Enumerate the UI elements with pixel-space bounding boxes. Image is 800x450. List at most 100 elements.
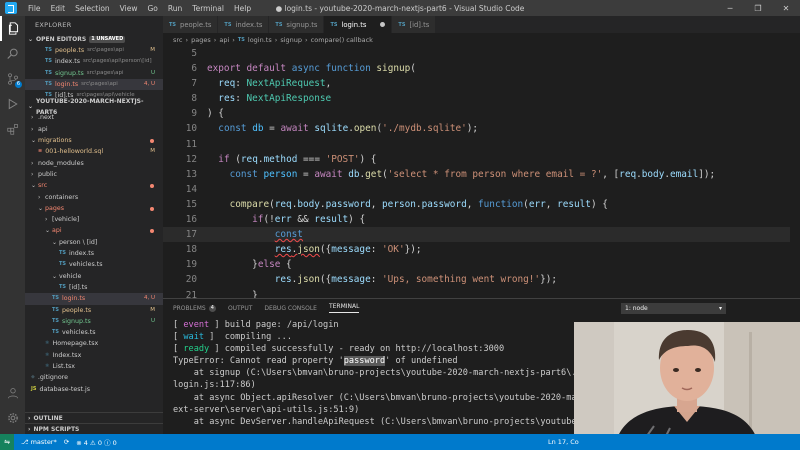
tree-item[interactable]: ⌄ pages [25,203,163,214]
tree-item[interactable]: TS vehicles.ts [25,259,163,270]
outline-header[interactable]: › OUTLINE [25,412,163,423]
presenter-image [574,322,800,450]
branch-indicator[interactable]: ⎇ master* [21,438,57,446]
tree-item[interactable]: TS index.ts [25,248,163,259]
sync-icon[interactable]: ⟳ [64,438,69,446]
tab--id--ts[interactable]: TS [id].ts [392,16,437,33]
webcam-overlay [574,322,800,450]
tab-people-ts[interactable]: TS people.ts [163,16,219,33]
tree-item[interactable]: › public [25,169,163,180]
tab-signup-ts[interactable]: TS signup.ts [269,16,325,33]
menu-edit[interactable]: Edit [46,4,71,13]
menu-selection[interactable]: Selection [70,4,115,13]
open-editor-item[interactable]: TS index.ts src\pages\api\person\[id] [25,56,163,67]
sql-file-icon: ≡ [38,148,43,155]
tree-item[interactable]: ⌄ api [25,225,163,236]
tree-item[interactable]: TS login.ts 4, U [25,293,163,305]
tree-item[interactable]: › .next [25,112,163,123]
account-icon[interactable] [0,380,25,405]
breadcrumb-item[interactable]: src [173,36,183,44]
tree-item-label: .next [38,114,54,122]
tab-index-ts[interactable]: TS index.ts [218,16,270,33]
npm-scripts-label: NPM SCRIPTS [33,425,80,433]
scm-count-badge: 6 [14,81,22,88]
open-editor-item[interactable]: TS people.ts src\pages\api M [25,45,163,56]
tree-item[interactable]: ≡ 001-helloworld.sql M [25,146,163,157]
maximize-icon[interactable]: ❐ [744,0,772,16]
tree-item[interactable]: ⌄ src [25,180,163,191]
tab-login-ts[interactable]: TS login.ts [324,16,393,33]
panel-tab-terminal[interactable]: TERMINAL [328,303,360,313]
minimize-icon[interactable]: ─ [716,0,744,16]
open-editor-name: login.ts [55,80,79,88]
unsaved-dot-icon[interactable] [380,22,386,27]
file-tree: › .next › api ⌄ migrations ≡ 001-helloworld.sql… [25,112,163,394]
chevron-right-icon: › [213,35,217,44]
menu-go[interactable]: Go [142,4,162,13]
menu-file[interactable]: File [23,4,46,13]
open-editor-item[interactable]: TS signup.ts src\pages\api U [25,68,163,79]
editor-scrollbar[interactable] [790,46,800,298]
source-control-icon[interactable]: 6 [0,66,25,91]
debug-icon[interactable] [0,91,25,116]
terminal-select[interactable]: 1: node [621,303,726,314]
tree-item[interactable]: TS [id].ts [25,282,163,293]
tree-item-label: person \ [id] [59,238,98,246]
tree-item[interactable]: ⌄ person \ [id] [25,237,163,248]
open-editors-header[interactable]: ⌄ OPEN EDITORS 1 UNSAVED [25,34,163,45]
tree-item-label: vehicle [59,272,82,280]
activity-bottom [0,380,25,430]
tab-label: [id].ts [409,20,430,29]
tree-item[interactable]: ⚛ List.tsx [25,361,163,372]
menu-view[interactable]: View [115,4,143,13]
npm-scripts-header[interactable]: › NPM SCRIPTS [25,423,163,434]
tree-item-label: login.ts [62,295,86,303]
open-editor-item[interactable]: TS login.ts src\pages\api 4, U [25,78,163,91]
close-icon[interactable]: ✕ [772,0,800,16]
tsx-file-icon: ⚛ [45,351,50,358]
tree-item[interactable]: ◆ .gitignore [25,372,163,383]
tsx-file-icon: ⚛ [45,340,50,347]
tree-item-label: Homepage.tsx [52,340,99,348]
tree-item[interactable]: ⚛ Homepage.tsx [25,338,163,349]
menu-terminal[interactable]: Terminal [187,4,229,13]
remote-icon[interactable]: ⇋ [0,434,14,450]
tree-item[interactable]: TS people.ts M [25,305,163,316]
code-text: const [274,229,303,241]
tree-item[interactable]: ⚛ Index.tsx [25,350,163,361]
breadcrumb-item[interactable]: pages [191,36,211,44]
project-header[interactable]: ⌄ YOUTUBE-2020-MARCH-NEXTJS-PART6 [25,98,163,116]
cursor-position[interactable]: Ln 17, Co [548,438,579,446]
menu-help[interactable]: Help [229,4,256,13]
breadcrumb-item[interactable]: compare() callback [311,36,373,44]
panel-tab-debug-console[interactable]: DEBUG CONSOLE [264,305,317,312]
search-icon[interactable] [0,41,25,66]
panel-tab-problems[interactable]: PROBLEMS 4 [173,304,216,312]
tree-item[interactable]: › containers [25,192,163,203]
open-editors-list: TS people.ts src\pages\api M TS index.ts src\p… [25,45,163,101]
files-icon[interactable] [0,16,25,41]
extensions-icon[interactable] [0,116,25,141]
code-line: 21 } [163,288,800,299]
breadcrumb-item[interactable]: signup [280,36,302,44]
tree-item[interactable]: JS database-test.js [25,384,163,395]
tree-item[interactable]: › api [25,124,163,135]
chevron-right-icon: › [28,425,31,433]
tree-item[interactable]: ⌄ migrations [25,135,163,146]
panel-tab-output[interactable]: OUTPUT [228,305,252,312]
code-editor[interactable]: 5 6 export default async function signup(7… [163,46,800,298]
breadcrumb-item[interactable]: login.ts [248,36,272,44]
chevron-right-icon: › [31,114,34,122]
tsx-file-icon: ⚛ [45,363,50,370]
problems-indicator[interactable]: ⊗ 4 ⚠ 0 ⓘ 0 [76,437,117,447]
breadcrumb-item[interactable]: api [219,36,229,44]
line-number: 16 [185,214,197,226]
tree-item[interactable]: TS signup.ts U [25,316,163,327]
tree-item[interactable]: › node_modules [25,158,163,169]
tree-item[interactable]: › [vehicle] [25,214,163,225]
menu-run[interactable]: Run [163,4,187,13]
tree-item[interactable]: ⌄ vehicle [25,271,163,282]
open-editor-item[interactable]: TS [id].ts src\pages\api\vehicle [25,90,163,101]
gear-icon[interactable] [0,405,25,430]
tree-item[interactable]: TS vehicles.ts [25,327,163,338]
